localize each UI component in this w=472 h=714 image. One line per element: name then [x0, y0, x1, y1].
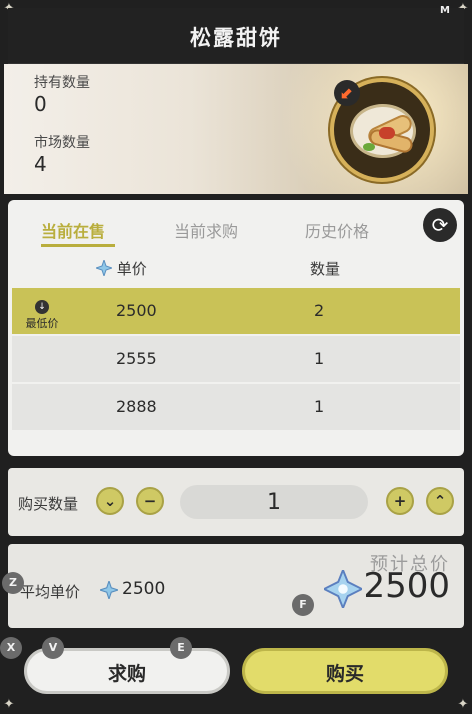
hotkey-v-badge: V	[42, 637, 64, 659]
buy-button[interactable]: 购买	[242, 648, 448, 694]
row-quantity: 2	[314, 301, 325, 320]
active-tab-indicator	[41, 244, 115, 247]
crystal-currency-icon	[96, 260, 112, 276]
row-quantity: 1	[314, 349, 325, 368]
market-value: 4	[34, 152, 47, 176]
purchase-quantity-label: 购买数量	[18, 495, 79, 513]
average-price-value: 2500	[122, 579, 166, 599]
hotkey-m-badge: M	[440, 5, 450, 16]
crystal-currency-icon	[100, 581, 118, 599]
trade-window: ✦ ✦ ✦ ✦ 松露甜饼 M 持有数量 0 市场数量 4 ⬋ 当前在售 当前求购…	[0, 0, 472, 714]
tab-current-request[interactable]: 当前求购	[174, 218, 238, 242]
decrease-quantity-button[interactable]: −	[136, 487, 164, 515]
hotkey-f-badge: F	[292, 594, 314, 616]
row-price: 2888	[116, 397, 157, 416]
hotkey-x-badge: X	[0, 637, 22, 659]
price-summary-panel: 平均单价 2500 预计总价 2500	[8, 544, 464, 628]
increase-quantity-button[interactable]: +	[386, 487, 414, 515]
crystal-currency-icon	[324, 570, 362, 608]
quantity-input[interactable]	[180, 485, 368, 519]
hotkey-z-badge: Z	[2, 572, 24, 594]
page-title: 松露甜饼	[190, 26, 282, 50]
estimated-total-value: 2500	[363, 566, 450, 606]
corner-ornament-icon: ✦	[3, 697, 15, 712]
tab-price-history[interactable]: 历史价格	[305, 218, 369, 242]
tab-current-sale[interactable]: 当前在售	[41, 218, 105, 242]
item-header: 持有数量 0 市场数量 4 ⬋	[4, 64, 468, 194]
table-row[interactable]: 2888 1	[12, 384, 460, 430]
max-quantity-button[interactable]: ⌃	[426, 487, 454, 515]
purchase-quantity-panel: 购买数量 ⌄ − + ⌃	[8, 468, 464, 536]
market-label: 市场数量	[34, 135, 90, 151]
refresh-button[interactable]: ⟳	[423, 208, 457, 242]
lowest-price-tag: ↓ 最低价	[25, 300, 59, 330]
min-quantity-button[interactable]: ⌄	[96, 487, 124, 515]
owned-value: 0	[34, 92, 47, 116]
average-price-label: 平均单价	[20, 583, 81, 601]
row-price: 2555	[116, 349, 157, 368]
price-column-header: 单价	[96, 258, 147, 279]
row-quantity: 1	[314, 397, 325, 416]
down-arrow-icon: ↓	[35, 300, 49, 314]
quantity-column-header: 数量	[310, 260, 341, 278]
table-row[interactable]: ↓ 最低价 2500 2	[12, 288, 460, 334]
recipe-arrow-icon: ⬋	[334, 80, 360, 106]
row-price: 2500	[116, 301, 157, 320]
table-row[interactable]: 2555 1	[12, 336, 460, 382]
corner-ornament-icon: ✦	[457, 697, 469, 712]
hotkey-e-badge: E	[170, 637, 192, 659]
title-bar: 松露甜饼	[8, 8, 464, 64]
market-panel: 当前在售 当前求购 历史价格 ⟳ 单价 数量 ↓ 最低价 2500 2 2555…	[8, 200, 464, 456]
owned-label: 持有数量	[34, 75, 90, 91]
